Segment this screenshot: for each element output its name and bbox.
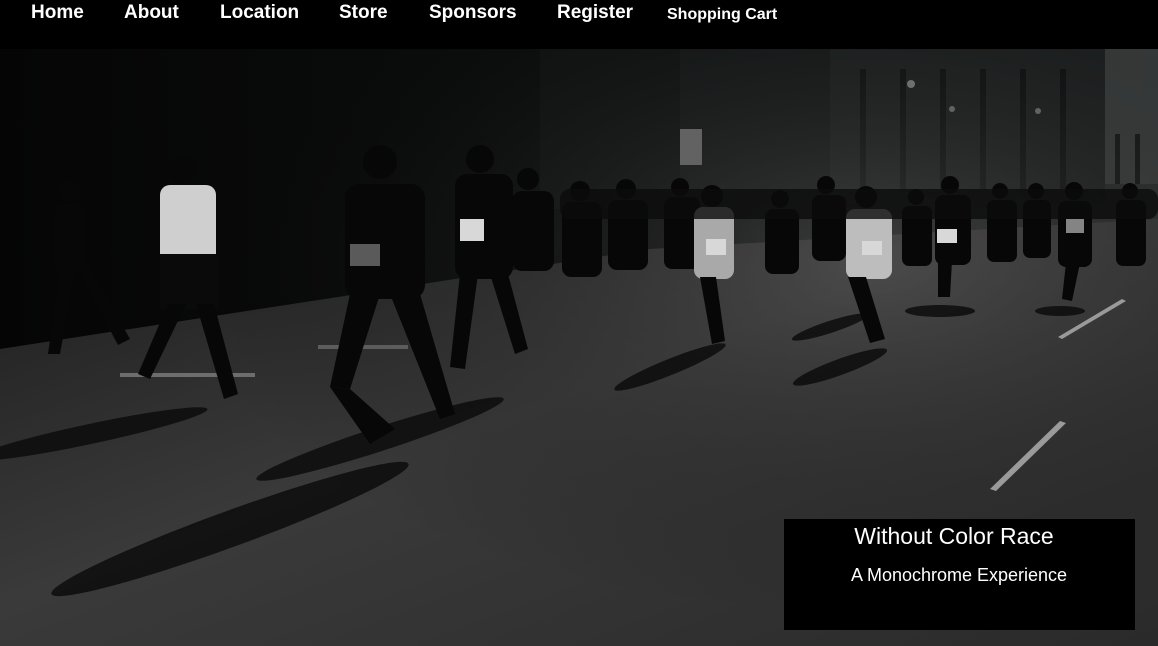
nav-about-link[interactable]: About [124, 2, 179, 24]
hero-title: Without Color Race [854, 523, 1054, 549]
top-navbar: Home About Location Store Sponsors Regis… [0, 0, 1158, 49]
nav-sponsors-link[interactable]: Sponsors [429, 2, 517, 24]
nav-shopping-cart-link[interactable]: Shopping Cart [667, 4, 777, 26]
hero-caption-box: Without Color Race A Monochrome Experien… [784, 519, 1135, 630]
nav-store-link[interactable]: Store [339, 2, 388, 24]
nav-home-link[interactable]: Home [31, 2, 84, 24]
nav-location-link[interactable]: Location [220, 2, 299, 24]
nav-register-link[interactable]: Register [557, 2, 633, 24]
hero-subtitle: A Monochrome Experience [850, 565, 1068, 585]
page: Home About Location Store Sponsors Regis… [0, 0, 1158, 646]
